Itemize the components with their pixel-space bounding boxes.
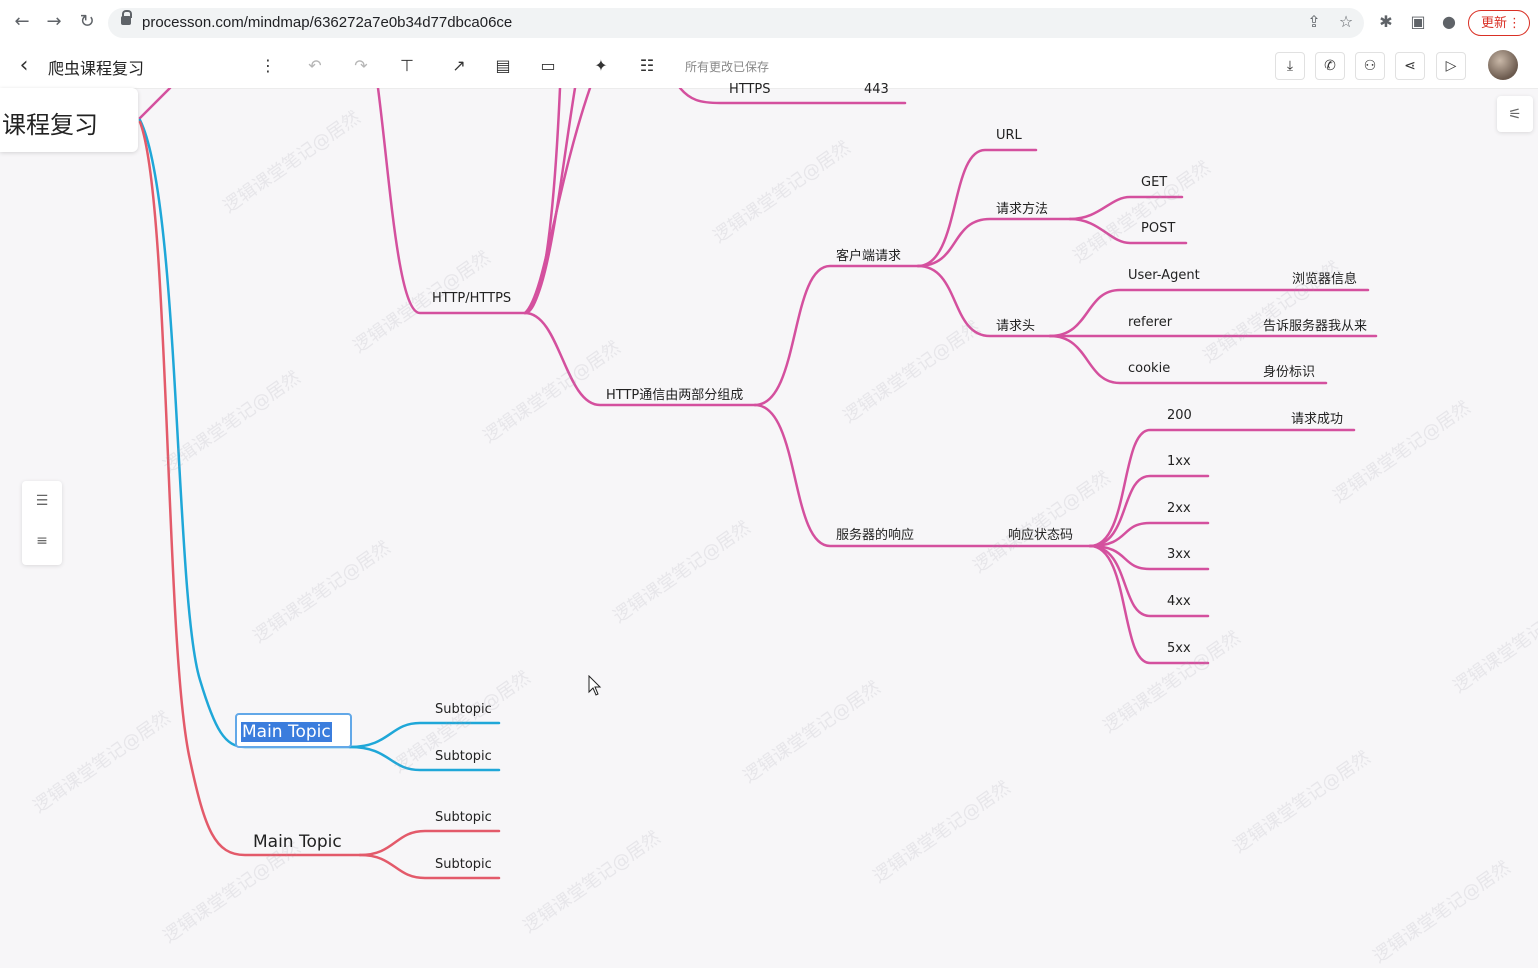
profile-icon[interactable]: ● <box>1437 10 1461 34</box>
topic-http-https[interactable]: HTTP/HTTPS <box>432 291 511 306</box>
topic-referer-desc[interactable]: 告诉服务器我从来 <box>1263 315 1367 334</box>
document-title[interactable]: 爬虫课程复习 <box>48 55 144 79</box>
subtopic-red-1[interactable]: Subtopic <box>435 810 492 825</box>
topic-url[interactable]: URL <box>996 128 1022 143</box>
share-icon[interactable]: ⋖ <box>1395 52 1425 80</box>
topic-https[interactable]: HTTPS <box>729 82 771 97</box>
browser-bar: ← → ↻ processon.com/mindmap/636272a7e0b3… <box>0 0 1538 45</box>
magic-icon[interactable]: ✦ <box>589 54 613 78</box>
present-icon[interactable]: ▷ <box>1436 52 1466 80</box>
reload-icon[interactable]: ↻ <box>75 10 99 34</box>
url-text: processon.com/mindmap/636272a7e0b34d77db… <box>142 14 513 31</box>
mouse-cursor-icon <box>588 675 602 696</box>
list-icon[interactable]: ≡ <box>32 533 52 553</box>
branch-sub-blue-1 <box>348 721 501 749</box>
layout-icon[interactable]: ▤ <box>491 54 515 78</box>
lock-icon <box>121 10 132 25</box>
branch-lines <box>138 88 1378 880</box>
topic-request-method[interactable]: 请求方法 <box>996 198 1048 217</box>
topic-code-200-desc[interactable]: 请求成功 <box>1291 408 1343 427</box>
root-topic[interactable]: 课程复习 <box>0 88 138 152</box>
branch-client-request <box>753 264 920 407</box>
main-topic-selected[interactable]: Main Topic <box>235 713 352 748</box>
topic-post[interactable]: POST <box>1141 221 1175 236</box>
address-bar[interactable]: processon.com/mindmap/636272a7e0b34d77db… <box>108 8 1364 38</box>
redo-icon[interactable]: ↷ <box>349 54 373 78</box>
branch-method <box>916 217 1072 268</box>
topic-http-comm[interactable]: HTTP通信由两部分组成 <box>606 384 743 403</box>
topic-code-5xx[interactable]: 5xx <box>1167 641 1191 656</box>
topic-referer[interactable]: referer <box>1128 315 1172 330</box>
phone-icon[interactable]: ✆ <box>1315 52 1345 80</box>
save-status: 所有更改已保存 <box>685 60 770 74</box>
topic-status-code[interactable]: 响应状态码 <box>1008 524 1073 543</box>
topic-client-request[interactable]: 客户端请求 <box>836 245 901 264</box>
mindmap-canvas[interactable]: 逻辑课堂笔记@居然 逻辑课堂笔记@居然 逻辑课堂笔记@居然 逻辑课堂笔记@居然 … <box>0 88 1538 967</box>
subtopic-blue-2[interactable]: Subtopic <box>435 749 492 764</box>
main-topic-selected-text[interactable]: Main Topic <box>241 722 332 742</box>
menu-icon: ⋮ <box>1508 16 1521 31</box>
share-icon[interactable]: ⇪ <box>1302 10 1326 34</box>
main-topic-2[interactable]: Main Topic <box>253 832 342 852</box>
topic-code-1xx[interactable]: 1xx <box>1167 454 1191 469</box>
branch-main-blue <box>138 118 352 749</box>
forward-icon[interactable]: → <box>42 10 66 34</box>
topic-request-header[interactable]: 请求头 <box>996 315 1035 334</box>
undo-icon[interactable]: ↶ <box>303 54 327 78</box>
branch-sub-red-1 <box>358 829 501 857</box>
branch-get <box>1068 195 1184 221</box>
back-icon[interactable]: ← <box>10 10 34 34</box>
star-icon[interactable]: ☆ <box>1334 10 1358 34</box>
topic-https-port[interactable]: 443 <box>864 82 889 97</box>
more-icon[interactable]: ⋮ <box>256 54 280 78</box>
topic-code-4xx[interactable]: 4xx <box>1167 594 1191 609</box>
download-icon[interactable]: ⤓ <box>1275 52 1305 80</box>
extensions-icon[interactable]: ✱ <box>1374 10 1398 34</box>
outline-icon[interactable]: ☰ <box>32 493 52 513</box>
topic-cookie[interactable]: cookie <box>1128 361 1170 376</box>
update-button[interactable]: 更新 ⋮ <box>1468 10 1530 36</box>
topic-server-response[interactable]: 服务器的响应 <box>836 524 914 543</box>
topic-cookie-desc[interactable]: 身份标识 <box>1263 361 1315 380</box>
topic-get[interactable]: GET <box>1141 175 1167 190</box>
branch-http-up2 <box>523 88 577 315</box>
topic-user-agent[interactable]: User-Agent <box>1128 268 1200 283</box>
sidepanel-icon[interactable]: ▣ <box>1406 10 1430 34</box>
outline-panel: ☰ ≡ <box>22 481 62 565</box>
topic-code-3xx[interactable]: 3xx <box>1167 547 1191 562</box>
topic-user-agent-desc[interactable]: 浏览器信息 <box>1292 268 1357 287</box>
collaborate-icon[interactable]: ⚇ <box>1355 52 1385 80</box>
subtopic-red-2[interactable]: Subtopic <box>435 857 492 872</box>
line-style-icon[interactable]: ↗ <box>447 54 471 78</box>
frame-icon[interactable]: ▭ <box>536 54 560 78</box>
update-label: 更新 <box>1481 16 1508 31</box>
topic-code-200[interactable]: 200 <box>1167 408 1192 423</box>
subtopic-blue-1[interactable]: Subtopic <box>435 702 492 717</box>
root-topic-label: 课程复习 <box>2 111 98 139</box>
back-arrow-icon[interactable]: ‹ <box>12 54 36 78</box>
branch-root-top <box>138 88 172 120</box>
format-painter-icon[interactable]: ⊤ <box>395 54 419 78</box>
branch-http-https <box>376 88 527 315</box>
topic-code-2xx[interactable]: 2xx <box>1167 501 1191 516</box>
avatar[interactable] <box>1488 50 1518 80</box>
settings-icon[interactable]: ⚟ <box>1497 96 1533 132</box>
structure-icon[interactable]: ☷ <box>635 54 659 78</box>
